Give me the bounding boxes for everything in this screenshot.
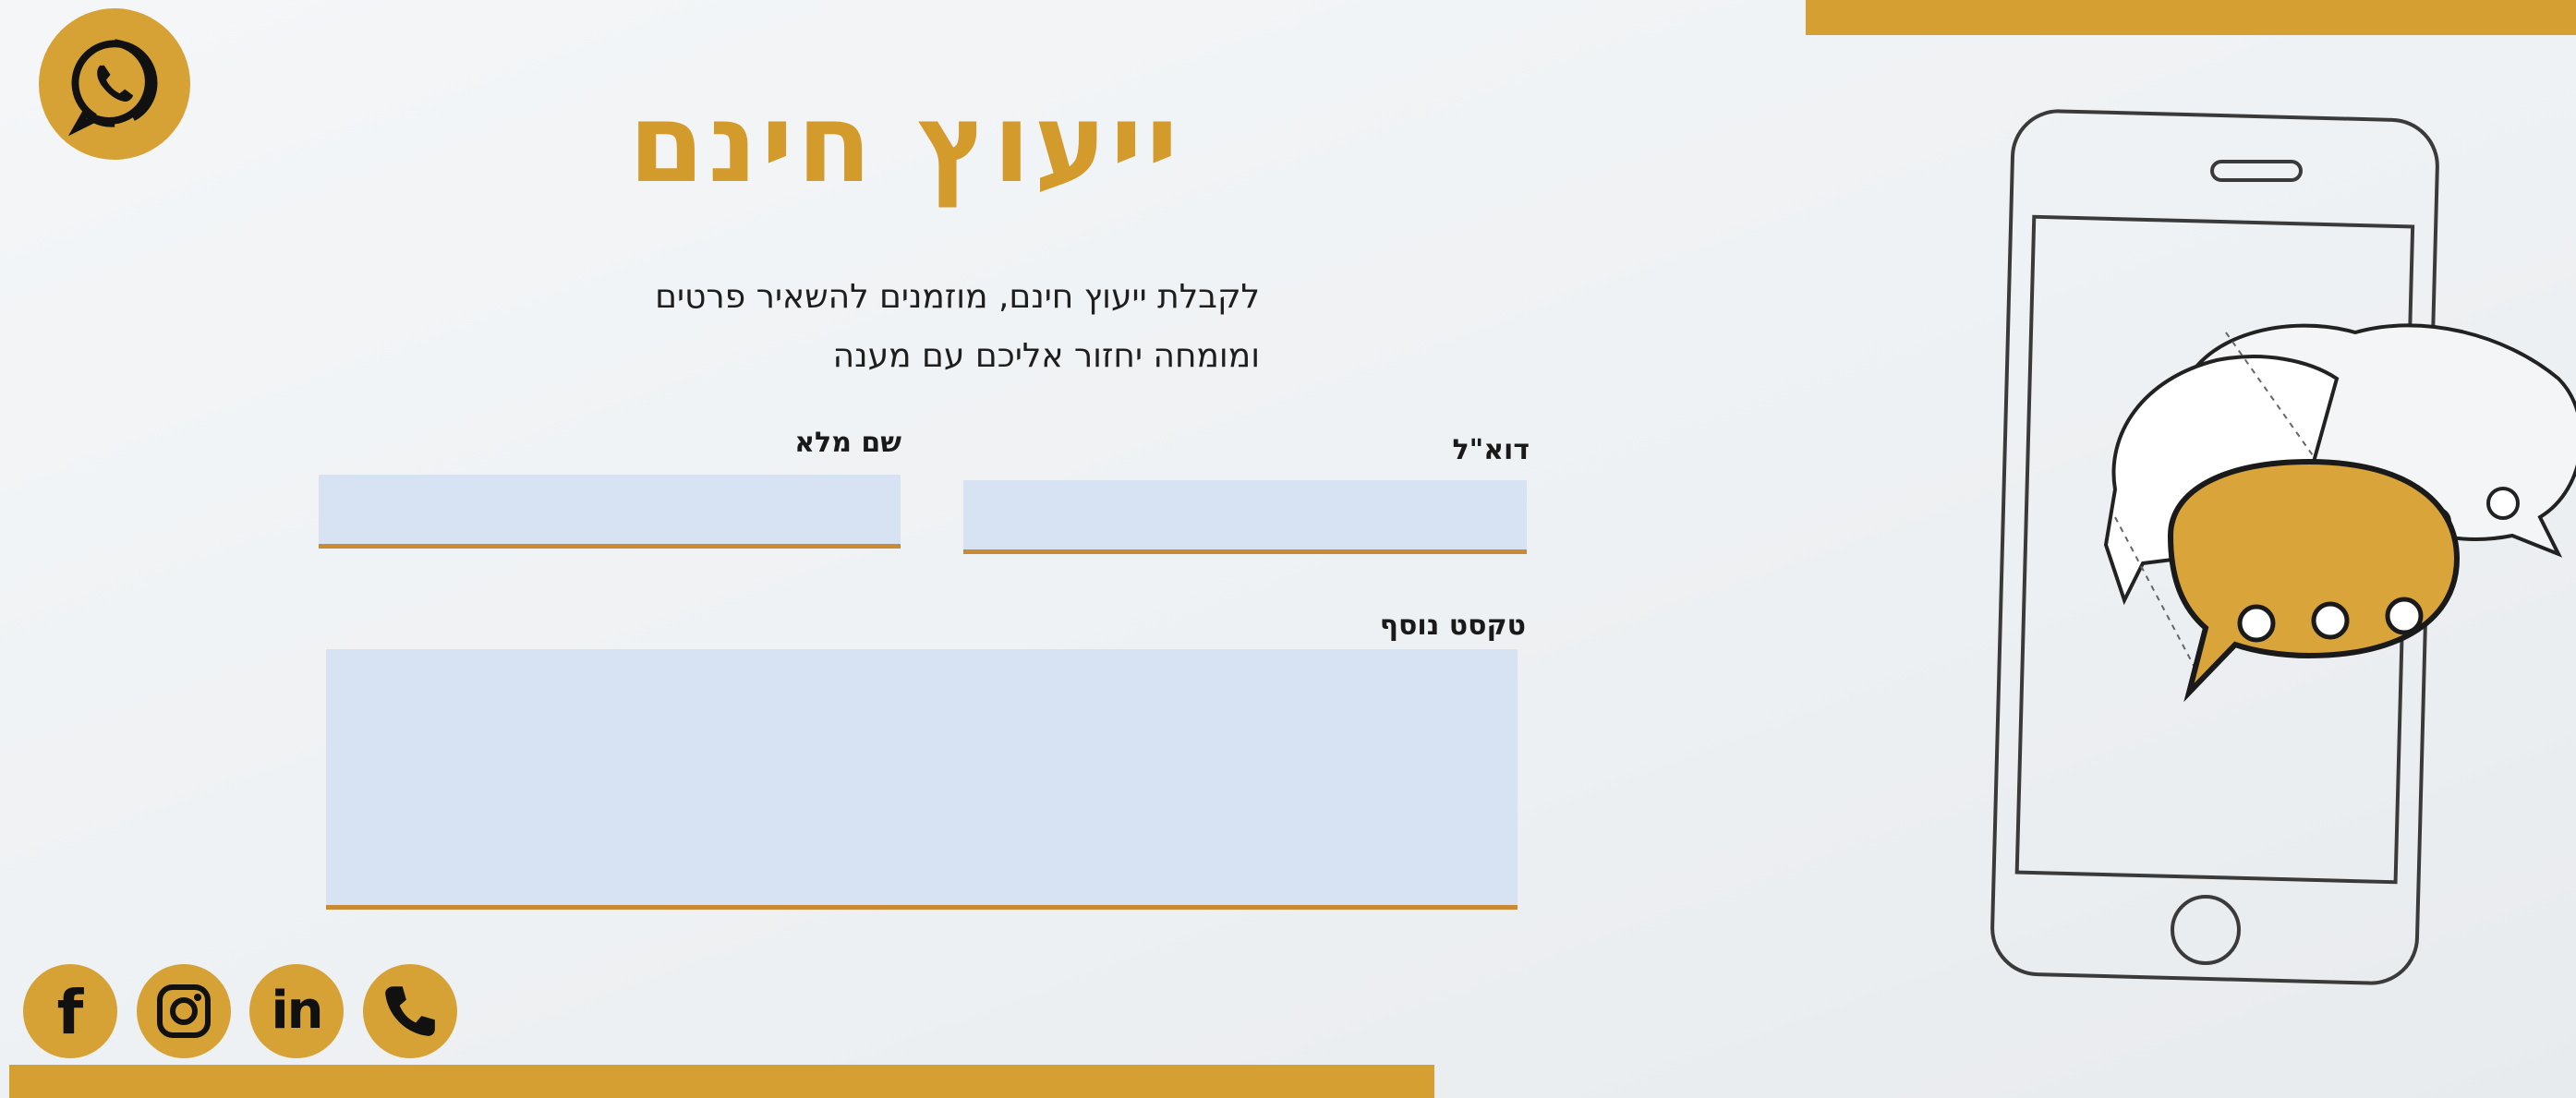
instagram-button[interactable] (137, 964, 231, 1058)
phone-chat-illustration (1990, 109, 2576, 985)
facebook-icon: f (56, 977, 84, 1048)
linkedin-icon: in (271, 981, 323, 1041)
extra-text-field[interactable] (326, 649, 1518, 910)
bottom-accent-bar (9, 1065, 1434, 1098)
top-accent-bar (1806, 0, 2576, 35)
phone-button[interactable] (363, 964, 457, 1058)
description-line-1: לקבלת ייעוץ חינם, מוזמנים להשאיר פרטים (655, 278, 1260, 316)
full-name-field[interactable] (319, 475, 901, 549)
whatsapp-icon (68, 39, 158, 136)
whatsapp-button[interactable] (39, 8, 190, 160)
description-line-2: ומומחה יחזור אליכם עם מענה (832, 337, 1260, 375)
instagram-icon (157, 984, 211, 1038)
page-title: ייעוץ חינם (628, 79, 1182, 207)
linkedin-button[interactable]: in (249, 964, 344, 1058)
phone-icon (385, 986, 435, 1036)
email-label: דוא"ל (1452, 434, 1530, 466)
extra-text-label: טקסט נוסף (1379, 609, 1526, 642)
full-name-label: שם מלא (794, 427, 901, 459)
email-field[interactable] (963, 480, 1527, 554)
page-description: לקבלת ייעוץ חינם, מוזמנים להשאיר פרטים ו… (429, 268, 1260, 386)
facebook-button[interactable]: f (23, 964, 117, 1058)
